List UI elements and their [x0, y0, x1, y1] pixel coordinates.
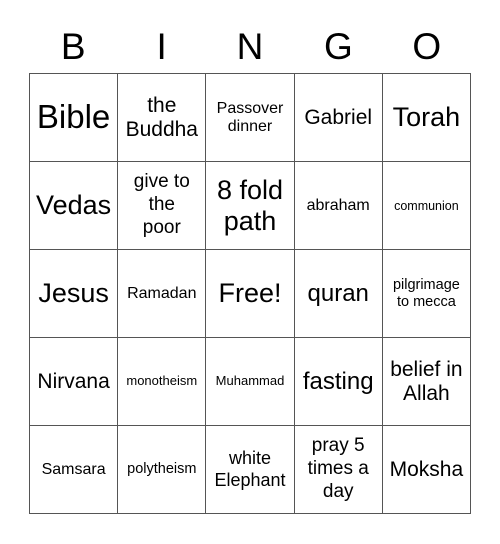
cell-text: polytheism	[127, 461, 197, 478]
bingo-cell[interactable]: Jesus	[30, 250, 119, 338]
cell-text: abraham	[306, 196, 370, 214]
cell-text: Samsara	[41, 460, 106, 478]
bingo-cell[interactable]: give to the poor	[118, 162, 207, 250]
header-letter-i: I	[156, 26, 167, 67]
bingo-cell[interactable]: fasting	[294, 338, 383, 426]
cell-text: Gabriel	[304, 105, 373, 129]
bingo-cell[interactable]: 8 fold path	[206, 162, 295, 250]
cell-text: Free!	[218, 278, 282, 309]
cell-text: Jesus	[38, 278, 109, 309]
cell-text: Torah	[392, 102, 461, 133]
bingo-cell[interactable]: pilgrimage to mecca	[382, 250, 471, 338]
cell-text: communion	[394, 198, 459, 213]
bingo-grid: Bible the Buddha Passover dinner Gabriel…	[29, 73, 471, 514]
bingo-cell[interactable]: monotheism	[118, 338, 207, 426]
cell-text: fasting	[302, 367, 374, 395]
free-space[interactable]: Free!	[206, 250, 295, 338]
cell-text: Vedas	[36, 190, 112, 221]
cell-text: belief in Allah	[390, 357, 463, 405]
bingo-cell[interactable]: Muhammad	[206, 338, 295, 426]
cell-text: quran	[307, 279, 369, 307]
cell-text: give to the poor	[133, 171, 190, 238]
bingo-cell[interactable]: Bible	[30, 74, 119, 162]
bingo-cell[interactable]: Moksha	[382, 426, 471, 514]
bingo-cell[interactable]: white Elephant	[206, 426, 295, 514]
bingo-cell[interactable]: Nirvana	[30, 338, 119, 426]
bingo-cell[interactable]: Vedas	[30, 162, 119, 250]
cell-text: Muhammad	[215, 373, 285, 389]
bingo-cell[interactable]: Passover dinner	[206, 74, 295, 162]
header-letter-g: G	[324, 26, 353, 67]
cell-text: pilgrimage to mecca	[392, 277, 460, 310]
cell-text: white Elephant	[214, 447, 286, 490]
cell-text: the Buddha	[125, 93, 198, 141]
bingo-cell[interactable]: abraham	[294, 162, 383, 250]
bingo-cell[interactable]: Samsara	[30, 426, 119, 514]
bingo-cell[interactable]: Ramadan	[118, 250, 207, 338]
header-letter-o: O	[412, 26, 442, 67]
bingo-cell[interactable]: Gabriel	[294, 74, 383, 162]
cell-text: pray 5 times a day	[307, 435, 369, 502]
cell-text: Passover dinner	[216, 99, 284, 135]
bingo-cell[interactable]: quran	[294, 250, 383, 338]
bingo-cell[interactable]: belief in Allah	[382, 338, 471, 426]
bingo-cell[interactable]: communion	[382, 162, 471, 250]
cell-text: Ramadan	[127, 284, 197, 302]
cell-text: Nirvana	[37, 369, 110, 393]
bingo-cell[interactable]: Torah	[382, 74, 471, 162]
header-letter-n: N	[236, 26, 264, 67]
bingo-header: B I N G O	[29, 22, 471, 72]
cell-text: Bible	[36, 98, 111, 136]
cell-text: 8 fold path	[216, 175, 284, 236]
bingo-cell[interactable]: polytheism	[118, 426, 207, 514]
bingo-cell[interactable]: the Buddha	[118, 74, 207, 162]
cell-text: monotheism	[126, 373, 198, 389]
header-letter-b: B	[60, 26, 86, 67]
cell-text: Moksha	[389, 457, 464, 481]
bingo-cell[interactable]: pray 5 times a day	[294, 426, 383, 514]
